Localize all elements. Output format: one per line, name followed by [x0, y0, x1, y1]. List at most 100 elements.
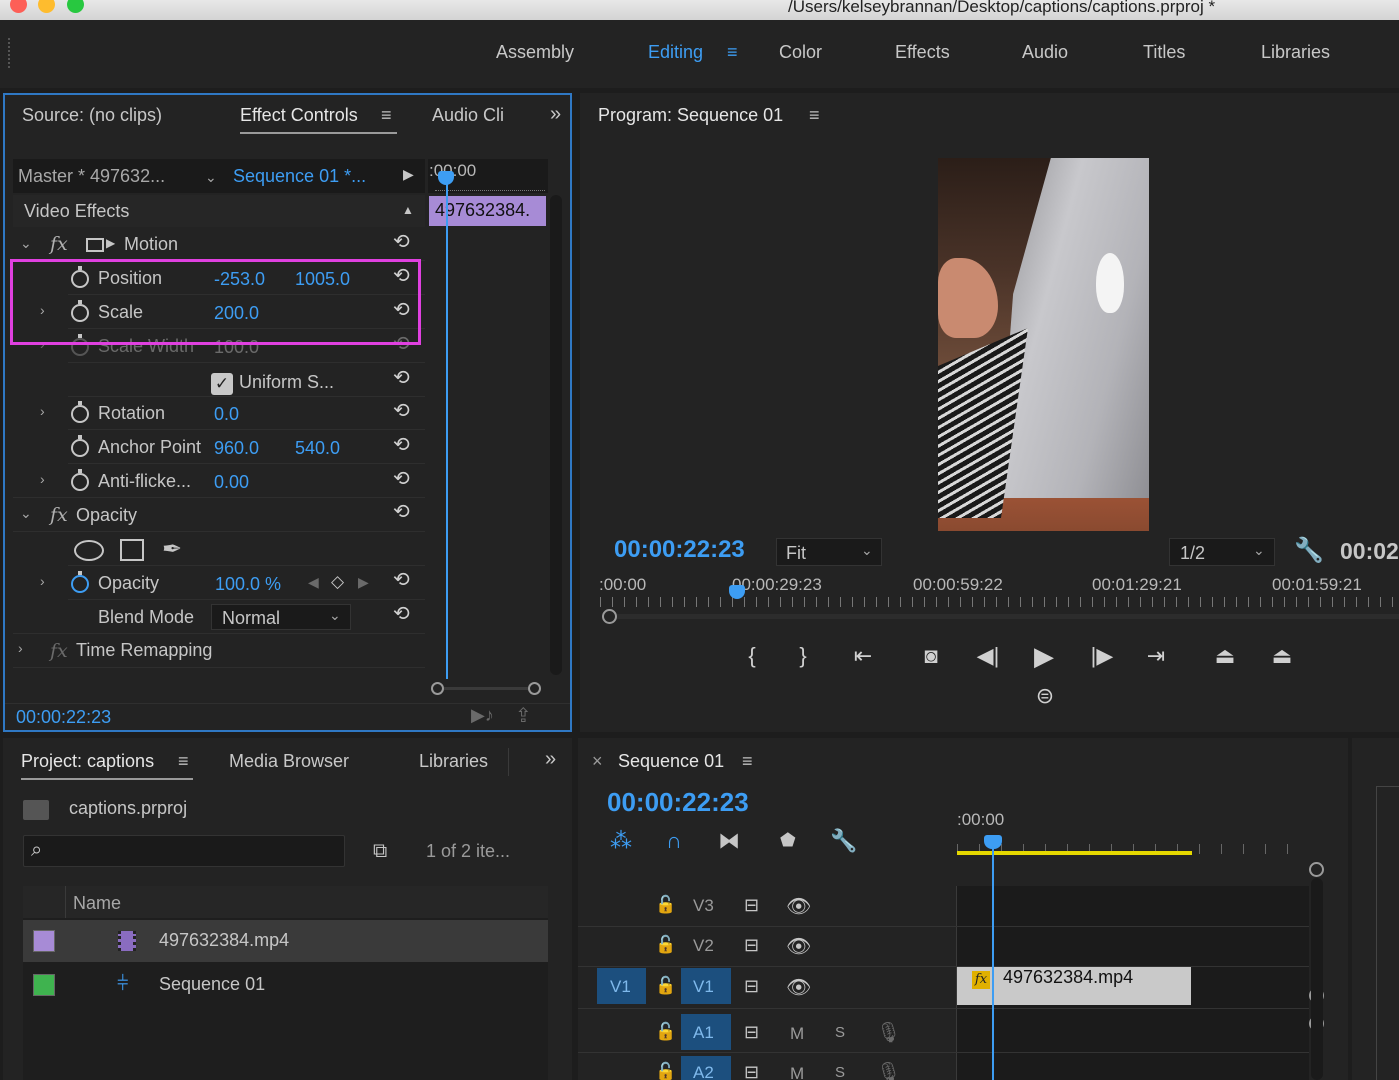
ellipse-mask-icon[interactable]	[74, 540, 104, 561]
reset-anti-flicker-icon[interactable]: ⟲	[393, 466, 410, 491]
zoom-scrollbar[interactable]	[444, 687, 528, 690]
go-to-in-icon[interactable]: ⇤	[848, 643, 878, 669]
project-overflow-icon[interactable]: »	[545, 748, 556, 771]
anchor-point-y-value[interactable]: 540.0	[295, 438, 340, 459]
workspace-libraries[interactable]: Libraries	[1261, 42, 1330, 63]
go-to-out-icon[interactable]: ⇥	[1141, 643, 1171, 669]
program-menu-icon[interactable]: ≡	[809, 105, 820, 126]
transform-box-icon[interactable]	[86, 238, 104, 252]
track-v2-label[interactable]: V2	[693, 936, 714, 956]
tab-media-browser[interactable]: Media Browser	[229, 751, 349, 772]
timeline-timecode[interactable]: 00:00:22:23	[607, 787, 749, 818]
workspace-menu-icon[interactable]: ≡	[727, 42, 738, 63]
lock-v2-icon[interactable]: 🔓	[655, 935, 676, 955]
uniform-scale-checkbox[interactable]: ✓	[211, 373, 233, 395]
drag-grip-icon[interactable]	[8, 38, 11, 68]
reset-uniform-scale-icon[interactable]: ⟲	[393, 365, 410, 390]
sync-lock-a2-icon[interactable]: ⊟	[744, 1062, 759, 1080]
new-search-bin-icon[interactable]: ⧉	[373, 840, 387, 863]
blend-mode-chevron-icon[interactable]: ⌄	[329, 607, 341, 624]
anchor-point-stopwatch-icon[interactable]	[71, 435, 89, 457]
reset-rotation-icon[interactable]: ⟲	[393, 398, 410, 423]
reset-opacity-icon[interactable]: ⟲	[393, 567, 410, 592]
settings-wrench-icon[interactable]: 🔧	[1294, 536, 1324, 565]
lift-icon[interactable]: ⏏	[1208, 643, 1242, 669]
sync-lock-a1-icon[interactable]: ⊟	[744, 1022, 759, 1043]
zoom-window-button[interactable]	[67, 0, 84, 13]
opacity-value[interactable]: 100.0 %	[215, 574, 281, 595]
solo-a2-button[interactable]: S	[835, 1064, 845, 1080]
timeline-settings-wrench-icon[interactable]: 🔧	[830, 828, 857, 854]
workspace-assembly[interactable]: Assembly	[496, 42, 574, 63]
program-zoom-bar[interactable]	[617, 614, 1399, 619]
play-only-icon[interactable]: ▶	[403, 166, 414, 183]
label-color-swatch[interactable]	[33, 930, 55, 952]
tab-libraries[interactable]: Libraries	[419, 751, 488, 772]
export-frame-camera-icon[interactable]: ◙	[916, 643, 946, 669]
project-search-input[interactable]	[23, 835, 345, 867]
play-audio-icon[interactable]: ▶♪	[471, 705, 494, 726]
tab-project[interactable]: Project: captions	[21, 751, 154, 772]
zoom-handle-left[interactable]	[431, 682, 444, 695]
tab-audio-clip-mixer[interactable]: Audio Cli	[432, 105, 504, 126]
add-keyframe-icon[interactable]: ◇	[331, 572, 344, 592]
solo-a1-button[interactable]: S	[835, 1024, 845, 1041]
linked-selection-icon[interactable]: ⧓	[718, 828, 740, 854]
timeline-vertical-scrollbar[interactable]	[1311, 878, 1323, 1080]
tab-source[interactable]: Source: (no clips)	[22, 105, 162, 126]
collapse-up-icon[interactable]: ▲	[402, 203, 414, 217]
minimize-window-button[interactable]	[38, 0, 55, 13]
time-remapping-expand-icon[interactable]: ›	[18, 640, 23, 656]
next-keyframe-icon[interactable]: ▶	[358, 574, 369, 591]
rectangle-mask-icon[interactable]	[120, 539, 144, 561]
reset-blend-mode-icon[interactable]: ⟲	[393, 601, 410, 626]
workspace-color[interactable]: Color	[779, 42, 822, 63]
panel-menu-icon[interactable]: ≡	[381, 105, 392, 126]
toggle-output-v1-eye-icon[interactable]: 👁	[786, 975, 811, 1000]
reset-opacity-section-icon[interactable]: ⟲	[393, 499, 410, 524]
export-icon[interactable]: ⇪	[515, 703, 532, 728]
workspace-audio[interactable]: Audio	[1022, 42, 1068, 63]
program-zoom-handle[interactable]	[602, 609, 617, 624]
reset-motion-icon[interactable]: ⟲	[393, 229, 410, 254]
workspace-editing[interactable]: Editing	[648, 42, 703, 63]
nest-toggle-icon[interactable]: ⁂	[610, 828, 632, 854]
sequence-clip-label[interactable]: Sequence 01 *...	[233, 166, 366, 187]
snap-magnet-icon[interactable]: ∩	[666, 828, 682, 854]
master-clip-label[interactable]: Master * 497632...	[18, 166, 165, 187]
program-ruler-ticks[interactable]	[600, 597, 1399, 607]
opacity-stopwatch-icon[interactable]	[71, 571, 89, 593]
mark-out-icon[interactable]: }	[791, 643, 815, 669]
play-button-icon[interactable]: ▶	[1029, 641, 1059, 672]
anti-flicker-expand-icon[interactable]: ›	[40, 471, 45, 487]
motion-chevron-icon[interactable]: ⌄	[20, 235, 32, 252]
name-column-header[interactable]: Name	[73, 893, 121, 914]
fx-badge-icon[interactable]: fx	[972, 971, 990, 989]
step-forward-icon[interactable]: |▶	[1087, 643, 1117, 669]
rotation-expand-icon[interactable]: ›	[40, 403, 45, 419]
opacity-chevron-icon[interactable]: ⌄	[20, 505, 32, 522]
panel-overflow-icon[interactable]: »	[550, 103, 561, 126]
close-sequence-icon[interactable]: ×	[592, 751, 603, 772]
rotation-stopwatch-icon[interactable]	[71, 401, 89, 423]
program-timecode[interactable]: 00:00:22:23	[614, 536, 745, 564]
mute-a1-button[interactable]: M	[790, 1024, 804, 1044]
ec-vertical-scrollbar[interactable]	[550, 195, 562, 675]
pen-mask-icon[interactable]: ✒	[162, 535, 182, 564]
workspace-titles[interactable]: Titles	[1143, 42, 1185, 63]
label-color-swatch[interactable]	[33, 974, 55, 996]
anti-flicker-value[interactable]: 0.00	[214, 472, 249, 493]
step-back-icon[interactable]: ◀|	[973, 643, 1003, 669]
close-window-button[interactable]	[10, 0, 27, 13]
extract-icon[interactable]: ⏏	[1265, 643, 1299, 669]
chevron-down-icon[interactable]: ⌄	[205, 169, 217, 186]
voice-over-mic-icon[interactable]: 🎙	[876, 1060, 901, 1080]
previous-keyframe-icon[interactable]: ◀	[308, 574, 319, 591]
fx-motion-icon[interactable]: fx	[50, 233, 68, 255]
mark-in-icon[interactable]: {	[740, 643, 764, 669]
timeline-title[interactable]: Sequence 01	[618, 751, 724, 772]
anchor-point-x-value[interactable]: 960.0	[214, 438, 259, 459]
ec-timecode[interactable]: 00:00:22:23	[16, 707, 111, 728]
timeline-menu-icon[interactable]: ≡	[742, 751, 753, 772]
program-video-frame[interactable]	[938, 158, 1149, 531]
